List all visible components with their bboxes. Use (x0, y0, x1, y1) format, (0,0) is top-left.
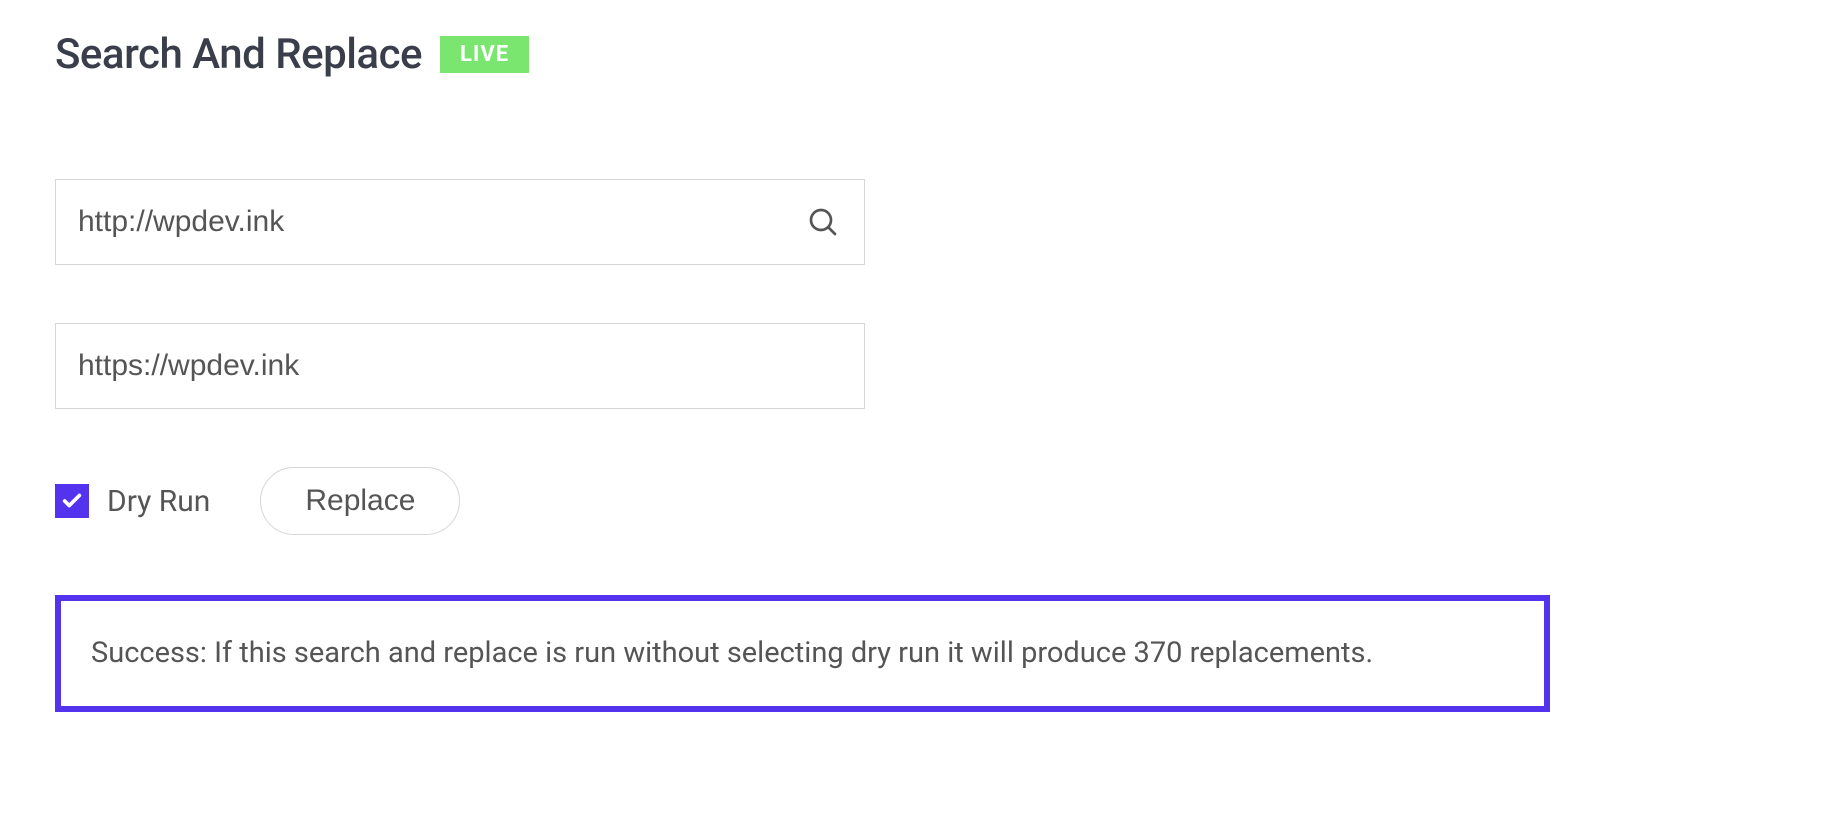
dry-run-checkbox[interactable] (55, 484, 89, 518)
controls-row: Dry Run Replace (55, 467, 1782, 535)
search-icon (807, 206, 839, 238)
search-input[interactable] (55, 179, 865, 265)
dry-run-label: Dry Run (107, 484, 210, 519)
page-header: Search And Replace LIVE (55, 30, 1782, 79)
page-title: Search And Replace (55, 30, 422, 79)
replace-field-wrap (55, 323, 865, 409)
result-message: Success: If this search and replace is r… (91, 633, 1514, 674)
result-message-box: Success: If this search and replace is r… (55, 595, 1550, 712)
replace-input[interactable] (55, 323, 865, 409)
check-icon (61, 490, 83, 512)
search-field-wrap (55, 179, 865, 265)
environment-badge: LIVE (440, 36, 529, 73)
dry-run-checkbox-wrap[interactable]: Dry Run (55, 484, 210, 519)
replace-button[interactable]: Replace (260, 467, 460, 535)
